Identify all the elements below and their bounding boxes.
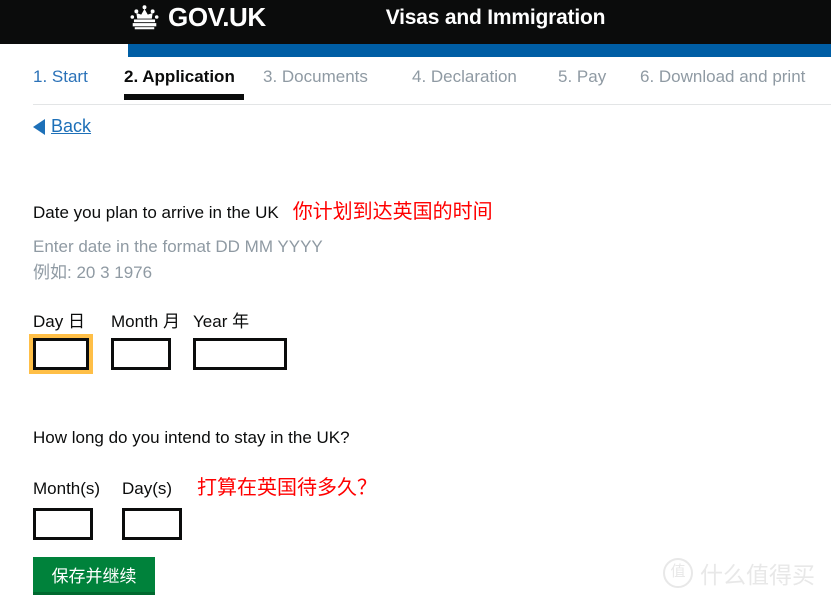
stay-question-annotation: 打算在英国待多久？ — [197, 477, 377, 499]
day-label: Day 日 — [33, 312, 85, 331]
step-3-documents[interactable]: 3. Documents — [263, 63, 368, 91]
site-header: GOV.UK Visas and Immigration — [0, 0, 831, 44]
step-divider — [33, 104, 831, 105]
watermark: 值 什么值得买 — [663, 556, 815, 590]
stay-question-label: How long do you intend to stay in the UK… — [33, 428, 350, 447]
months-input[interactable] — [33, 508, 93, 540]
date-field-labels: Day 日 Month 月 Year 年 — [33, 307, 813, 332]
stay-duration-group: How long do you intend to stay in the UK… — [33, 426, 813, 540]
days-input[interactable] — [122, 508, 182, 540]
days-input-slot — [122, 508, 182, 540]
step-1-start[interactable]: 1. Start — [33, 63, 88, 91]
month-input-slot — [111, 338, 193, 370]
day-input-slot — [29, 334, 111, 374]
stay-field-labels: Month(s) Day(s) 打算在英国待多久？ — [33, 476, 813, 500]
arrival-question-label: Date you plan to arrive in the UK — [33, 203, 279, 222]
months-label: Month(s) — [33, 479, 101, 498]
months-input-slot — [33, 508, 122, 540]
arrival-question-row: Date you plan to arrive in the UK 你计划到达英… — [33, 200, 813, 225]
back-link[interactable]: Back — [33, 116, 91, 137]
step-6-download-and-print[interactable]: 6. Download and print — [640, 63, 805, 91]
step-navigation: 1. Start 2. Application 3. Documents 4. … — [0, 63, 831, 107]
save-and-continue-button[interactable]: 保存并继续 — [33, 557, 155, 595]
service-name: Visas and Immigration — [385, 6, 606, 29]
arrival-date-hint-example: 例如: 20 3 1976 — [33, 263, 153, 282]
step-5-pay[interactable]: 5. Pay — [558, 63, 606, 91]
date-field-inputs — [29, 334, 813, 374]
arrival-question-annotation: 你计划到达英国的时间 — [292, 201, 493, 223]
month-input[interactable] — [111, 338, 171, 370]
back-link-label: Back — [51, 116, 92, 136]
left-arrow-icon — [33, 118, 45, 135]
year-input-slot — [193, 338, 287, 370]
step-2-application[interactable]: 2. Application — [124, 63, 235, 91]
watermark-badge-icon: 值 — [663, 558, 693, 588]
days-label: Day(s) — [122, 479, 173, 498]
day-input[interactable] — [33, 338, 89, 370]
application-form: Date you plan to arrive in the UK 你计划到达英… — [29, 200, 813, 540]
arrival-date-group: Date you plan to arrive in the UK 你计划到达英… — [29, 200, 813, 374]
current-step-underline — [124, 94, 244, 100]
step-4-declaration[interactable]: 4. Declaration — [412, 63, 517, 91]
day-input-focus-ring — [29, 334, 93, 374]
arrival-date-hint: Enter date in the format DD MM YYYY — [33, 237, 323, 256]
year-label: Year 年 — [193, 312, 250, 331]
month-label: Month 月 — [111, 312, 180, 331]
service-blue-bar — [128, 44, 831, 57]
stay-field-inputs — [33, 508, 813, 540]
year-input[interactable] — [193, 338, 287, 370]
watermark-text: 什么值得买 — [700, 562, 815, 588]
